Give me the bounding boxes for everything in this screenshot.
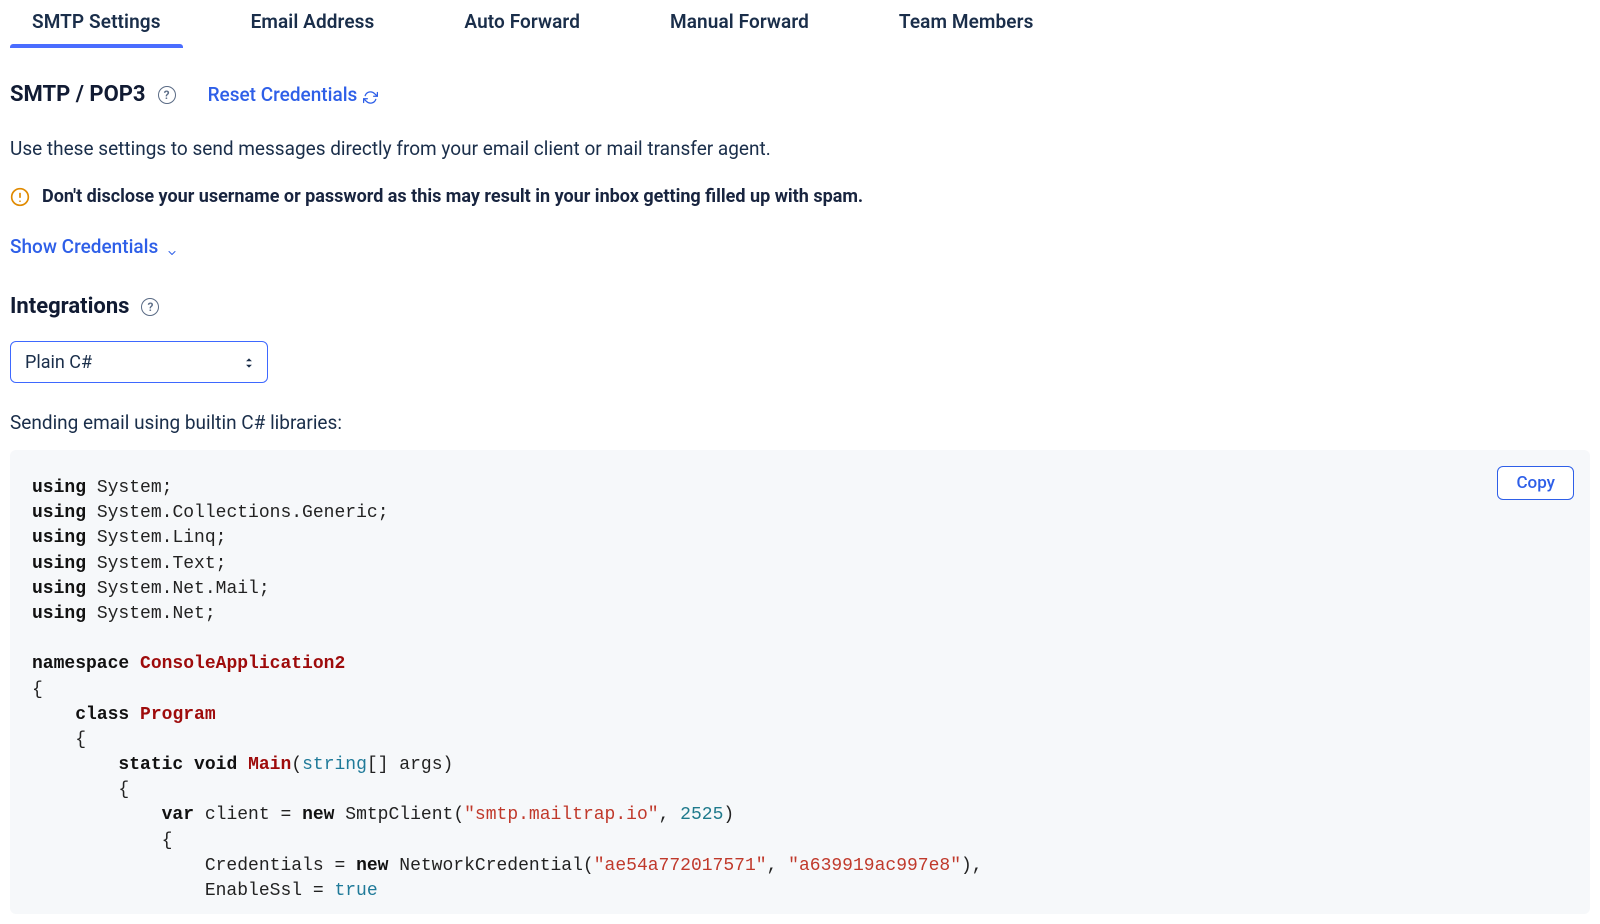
help-icon[interactable]: ? (158, 86, 176, 104)
tab-smtp-settings[interactable]: SMTP Settings (10, 8, 183, 47)
code-description: Sending email using builtin C# libraries… (10, 411, 1590, 434)
tab-auto-forward[interactable]: Auto Forward (442, 8, 602, 47)
chevron-down-icon (166, 241, 178, 253)
reset-credentials-link[interactable]: Reset Credentials (208, 83, 379, 106)
settings-tabs: SMTP Settings Email Address Auto Forward… (10, 0, 1590, 48)
integration-select[interactable]: Plain C# (10, 341, 268, 383)
help-icon[interactable]: ? (141, 298, 159, 316)
tab-email-address[interactable]: Email Address (229, 8, 397, 47)
code-content: using System; using System.Collections.G… (32, 476, 1568, 904)
smtp-heading-row: SMTP / POP3 ? Reset Credentials (10, 82, 1590, 107)
smtp-title: SMTP / POP3 (10, 82, 146, 107)
integrations-heading-row: Integrations ? (10, 294, 1590, 319)
show-credentials-toggle[interactable]: Show Credentials (10, 235, 178, 258)
warning-row: Don't disclose your username or password… (10, 186, 1590, 207)
show-credentials-label: Show Credentials (10, 235, 158, 258)
copy-button[interactable]: Copy (1497, 466, 1574, 500)
warning-icon (10, 187, 30, 207)
warning-text: Don't disclose your username or password… (42, 186, 863, 207)
refresh-icon (363, 87, 378, 102)
code-block: Copy using System; using System.Collecti… (10, 450, 1590, 914)
reset-credentials-label: Reset Credentials (208, 83, 358, 106)
integrations-title: Integrations (10, 294, 129, 319)
tab-team-members[interactable]: Team Members (877, 8, 1056, 47)
integration-select-wrap: Plain C# (10, 341, 268, 383)
tab-manual-forward[interactable]: Manual Forward (648, 8, 831, 47)
smtp-description: Use these settings to send messages dire… (10, 137, 1590, 160)
